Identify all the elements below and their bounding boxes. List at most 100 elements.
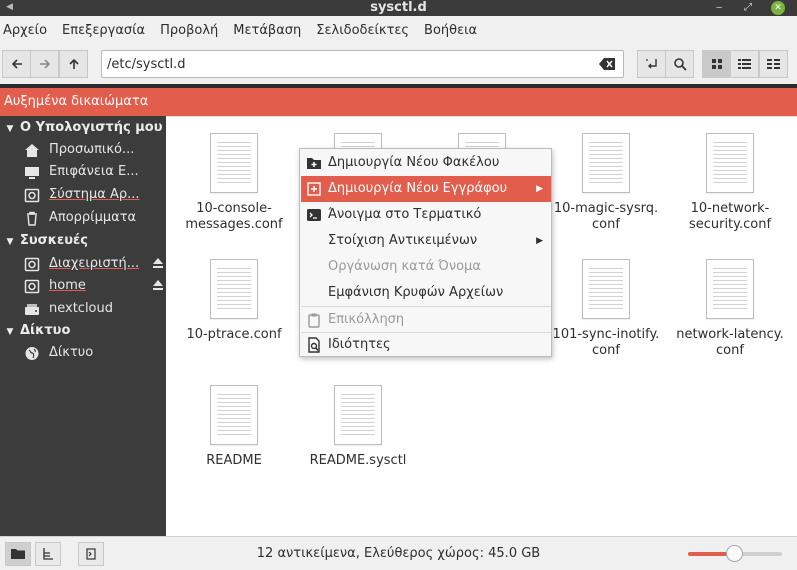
file-item[interactable]: network-latency. conf (665, 259, 795, 359)
desktop-icon (25, 167, 39, 179)
menu-item-organize-by-name: Οργάνωση κατά Όνομα (328, 259, 481, 274)
file-item[interactable]: 10-ptrace.conf (169, 259, 299, 343)
status-text: 12 αντικείμενα, Ελεύθερος χώρος: 45.0 GB (256, 546, 541, 561)
menu-item-paste: Επικόλληση (301, 307, 551, 333)
back-button[interactable] (2, 50, 31, 78)
window-title: sysctl.d (370, 0, 427, 15)
file-name: 101-sync-inotify. conf (552, 327, 660, 358)
sidebar-item-desktop[interactable]: Επιφάνεια Ε... (24, 161, 164, 183)
arrow-right-icon (39, 59, 50, 69)
sidebar-section-devices[interactable]: ▼ Συσκευές (0, 230, 88, 252)
sidebar-item-trash[interactable]: Απορρίμματα (24, 207, 164, 229)
drive-icon (24, 279, 40, 294)
menu-item-new-folder[interactable]: Δημιουργία Νέου Φακέλου (301, 150, 551, 176)
sidebar-item-network[interactable]: Δίκτυο (24, 342, 164, 364)
compact-list-icon (767, 59, 780, 69)
menu-item-show-hidden-files[interactable]: Εμφάνιση Κρυφών Αρχείων (301, 280, 551, 306)
up-button[interactable] (59, 50, 88, 78)
list-view-button[interactable] (730, 50, 759, 78)
menu-go[interactable]: Μετάβαση (233, 23, 308, 38)
toolbar (0, 44, 797, 84)
file-item[interactable]: 10-magic-sysrq. conf (541, 133, 671, 233)
maximize-icon[interactable]: ⤢ (741, 1, 755, 15)
eject-icon[interactable] (152, 278, 164, 292)
file-name: README.sysctl (309, 453, 407, 468)
arrow-up-icon (68, 58, 79, 69)
menu-bookmarks[interactable]: Σελιδοδείκτες (316, 23, 416, 38)
file-item[interactable]: 10-network- security.conf (665, 133, 795, 233)
menu-file[interactable]: Αρχείο (3, 23, 54, 38)
paste-icon (308, 313, 320, 328)
menu-view[interactable]: Προβολή (160, 23, 225, 38)
toggle-location-button[interactable] (637, 50, 666, 78)
file-name: 10-console- messages.conf (185, 201, 283, 232)
expander-down-icon: ▼ (6, 237, 14, 247)
minimize-icon[interactable]: ‒ (712, 1, 726, 15)
clear-icon[interactable] (599, 58, 615, 70)
grid-icon (711, 59, 722, 69)
menu-item-properties[interactable]: Ιδιότητες (301, 332, 551, 358)
sidebar-item-filesystem[interactable]: Σύστημα Αρ... (24, 184, 164, 206)
location-bar[interactable] (101, 50, 624, 78)
sidebar-item-nextcloud[interactable]: nextcloud (24, 298, 164, 320)
file-item[interactable]: 101-sync-inotify. conf (541, 259, 671, 359)
elevated-privileges-banner: Αυξημένα δικαιώματα (0, 88, 797, 116)
file-name: 10-ptrace.conf (186, 327, 282, 342)
file-name: README (206, 453, 262, 468)
text-document-icon (210, 259, 258, 319)
expander-down-icon: ▼ (6, 327, 14, 337)
sidebar-item-home-drive[interactable]: home (24, 275, 164, 297)
removable-drive-icon (25, 304, 39, 315)
file-item[interactable]: README.sysctl (293, 385, 423, 469)
sidebar: ▼ Ο Υπολογιστής μου Προσωπικό... Επιφάνει… (0, 116, 166, 536)
arrow-left-icon (11, 59, 22, 69)
network-icon (25, 347, 39, 360)
menu-bar: Αρχείο Επεξεργασία Προβολή Μετάβαση Σελι… (0, 16, 797, 44)
sidebar-section-my-computer[interactable]: ▼ Ο Υπολογιστής μου (0, 117, 163, 139)
title-bar: ◀ sysctl.d ‒ ⤢ ✕ (0, 0, 797, 16)
icon-view-button[interactable] (702, 50, 731, 78)
file-name: network-latency. conf (676, 327, 784, 358)
terminal-icon (307, 209, 321, 221)
submenu-arrow-icon: ▶ (536, 236, 543, 246)
compact-view-button[interactable] (759, 50, 788, 78)
menu-help[interactable]: Βοήθεια (424, 23, 484, 38)
status-bar: 12 αντικείμενα, Ελεύθερος χώρος: 45.0 GB (0, 536, 797, 570)
home-icon (25, 144, 39, 157)
properties-icon (308, 337, 320, 353)
submenu-arrow-icon: ▶ (536, 184, 543, 194)
text-document-icon (582, 133, 630, 193)
text-document-icon (210, 133, 258, 193)
location-input[interactable] (107, 54, 587, 74)
drive-icon (24, 257, 40, 272)
eject-icon[interactable] (152, 256, 164, 270)
menu-edit[interactable]: Επεξεργασία (62, 23, 152, 38)
close-icon[interactable]: ✕ (771, 1, 785, 15)
zoom-slider-handle[interactable] (726, 545, 743, 562)
file-item[interactable]: 10-console- messages.conf (169, 133, 299, 233)
forward-button[interactable] (30, 50, 59, 78)
expander-down-icon: ▼ (6, 124, 14, 134)
new-document-icon (307, 182, 321, 196)
search-button[interactable] (665, 50, 694, 78)
text-document-icon (210, 385, 258, 445)
file-name: 10-network- security.conf (688, 201, 772, 232)
list-icon (738, 59, 751, 69)
text-document-icon (582, 259, 630, 319)
menu-item-arrange-items[interactable]: Στοίχιση Αντικειμένων ▶ (301, 228, 551, 254)
context-menu: Δημιουργία Νέου Φακέλου Δημιουργία Νέου … (299, 148, 552, 357)
sidebar-section-network[interactable]: ▼ Δίκτυο (0, 320, 71, 342)
zoom-slider[interactable] (688, 545, 782, 562)
drive-icon (24, 188, 40, 203)
menu-item-new-document[interactable]: Δημιουργία Νέου Εγγράφου ▶ (301, 176, 551, 202)
menu-item-open-terminal[interactable]: Άνοιγμα στο Τερματικό (301, 202, 551, 228)
new-folder-icon (307, 158, 321, 169)
sidebar-item-home[interactable]: Προσωπικό... (24, 139, 164, 161)
text-document-icon (706, 259, 754, 319)
text-document-icon (706, 133, 754, 193)
sidebar-item-manager-drive[interactable]: Διαχειριστή... (24, 253, 164, 275)
text-document-icon (334, 385, 382, 445)
file-name: 10-magic-sysrq. conf (553, 201, 659, 232)
file-item[interactable]: README (169, 385, 299, 469)
search-icon (673, 58, 687, 71)
